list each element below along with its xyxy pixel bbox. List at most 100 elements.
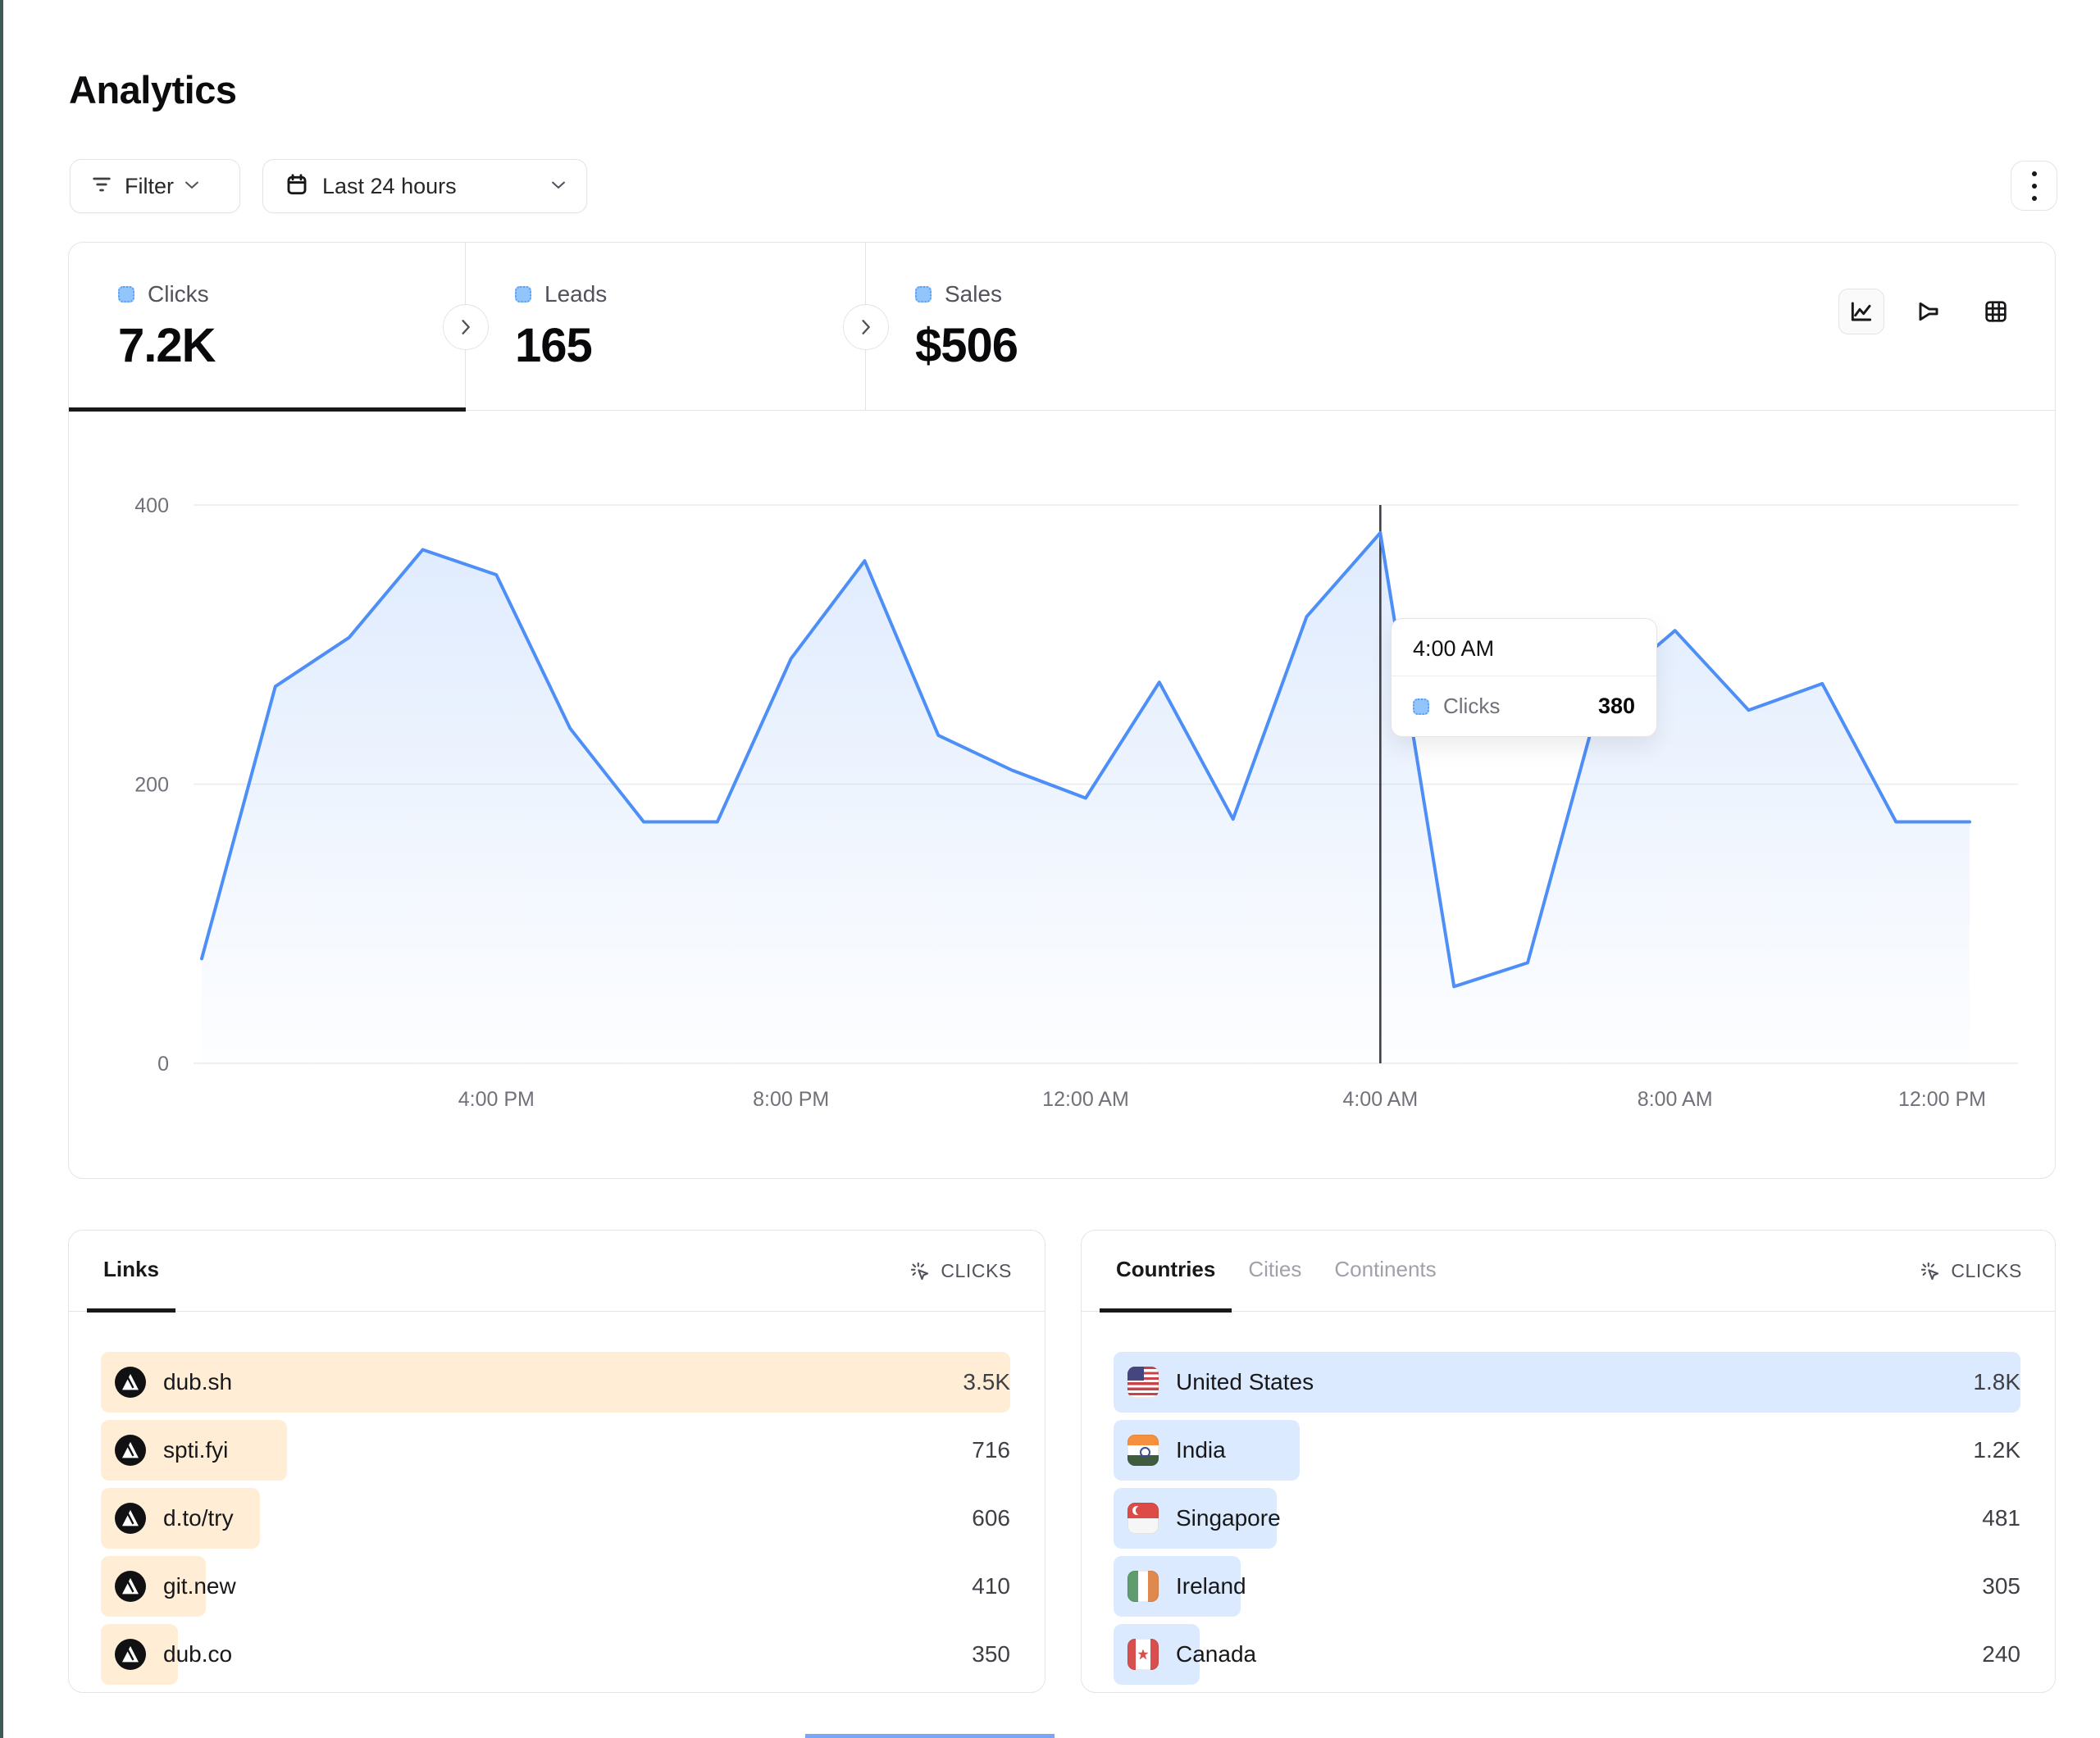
row-label: United States bbox=[1176, 1369, 1314, 1395]
links-list: dub.sh 3.5K spti.fyi 716 d.to/try606 git.new 4… bbox=[69, 1312, 1045, 1685]
row-value: 481 bbox=[1982, 1505, 2020, 1531]
clicks-chart[interactable]: 02004004:00 PM8:00 PM12:00 AM4:00 AM8:00… bbox=[69, 411, 2054, 1176]
countries-list: United States1.8K India1.2K Singapore 481 Ir… bbox=[1082, 1312, 2055, 1685]
list-item[interactable]: Canada 240 bbox=[1114, 1624, 2020, 1685]
chevron-right-icon bbox=[862, 320, 871, 334]
sg-flag-icon bbox=[1127, 1503, 1159, 1534]
us-flag-icon bbox=[1127, 1367, 1159, 1398]
dub-logo-icon bbox=[115, 1367, 146, 1398]
list-item[interactable]: United States1.8K bbox=[1114, 1352, 2020, 1413]
dub-logo-icon bbox=[115, 1571, 146, 1602]
y-tick-label: 200 bbox=[134, 774, 169, 797]
row-value: 305 bbox=[1982, 1573, 2020, 1599]
window-bottom-edge bbox=[805, 1734, 1055, 1738]
tab-label: Countries bbox=[1116, 1257, 1215, 1282]
funnel-icon bbox=[1916, 298, 1942, 325]
list-item[interactable]: git.new 410 bbox=[101, 1556, 1010, 1617]
list-item[interactable]: dub.co 350 bbox=[101, 1624, 1010, 1685]
list-item[interactable]: d.to/try606 bbox=[101, 1488, 1010, 1549]
line-chart-view-button[interactable] bbox=[1838, 289, 1884, 334]
row-value: 3.5K bbox=[963, 1369, 1010, 1395]
ca-flag-icon bbox=[1127, 1639, 1159, 1670]
tab-label: Cities bbox=[1248, 1257, 1301, 1282]
tooltip-series-label: Clicks bbox=[1443, 694, 1500, 719]
stat-value: 7.2K bbox=[118, 318, 465, 373]
countries-panel: Countries Cities Continents CLICKS Unite… bbox=[1081, 1230, 2056, 1693]
chevron-down-icon bbox=[552, 179, 565, 193]
tooltip-time: 4:00 AM bbox=[1392, 619, 1656, 676]
expand-clicks-button[interactable] bbox=[443, 304, 489, 350]
row-label: Ireland bbox=[1176, 1573, 1246, 1599]
expand-leads-button[interactable] bbox=[843, 304, 889, 350]
stat-value: 165 bbox=[515, 318, 865, 373]
dub-logo-icon bbox=[115, 1435, 146, 1466]
date-range-button[interactable]: Last 24 hours bbox=[262, 159, 587, 213]
x-tick-label: 4:00 PM bbox=[458, 1088, 535, 1111]
list-item[interactable]: spti.fyi 716 bbox=[101, 1420, 1010, 1481]
chart-tooltip: 4:00 AM Clicks 380 bbox=[1391, 618, 1657, 737]
row-label: git.new bbox=[163, 1573, 236, 1599]
x-tick-label: 4:00 AM bbox=[1342, 1088, 1418, 1111]
chart-view-switcher bbox=[1838, 289, 2019, 334]
countries-panel-header: Countries Cities Continents CLICKS bbox=[1082, 1231, 2055, 1312]
x-tick-label: 12:00 AM bbox=[1042, 1088, 1129, 1111]
tab-continents[interactable]: Continents bbox=[1318, 1231, 1452, 1313]
filter-icon bbox=[90, 173, 113, 200]
row-label: Canada bbox=[1176, 1641, 1256, 1667]
row-label: dub.co bbox=[163, 1641, 232, 1667]
leads-legend-square bbox=[515, 286, 531, 303]
tab-label: Links bbox=[103, 1257, 159, 1282]
list-item[interactable]: Singapore 481 bbox=[1114, 1488, 2020, 1549]
row-label: d.to/try bbox=[163, 1505, 234, 1531]
more-options-button[interactable] bbox=[2011, 161, 2057, 211]
links-panel-header: Links CLICKS bbox=[69, 1231, 1045, 1312]
list-item[interactable]: Ireland 305 bbox=[1114, 1556, 2020, 1617]
table-view-button[interactable] bbox=[1973, 289, 2019, 334]
funnel-view-button[interactable] bbox=[1906, 289, 1952, 334]
links-metric-selector[interactable]: CLICKS bbox=[909, 1231, 1012, 1311]
kebab-dot bbox=[2032, 196, 2037, 201]
tab-clicks[interactable]: Clicks 7.2K bbox=[69, 243, 466, 410]
dub-logo-icon bbox=[115, 1639, 146, 1670]
countries-metric-selector[interactable]: CLICKS bbox=[1919, 1231, 2022, 1311]
tooltip-value: 380 bbox=[1598, 694, 1635, 719]
row-value: 350 bbox=[972, 1641, 1010, 1667]
links-panel: Links CLICKS dub.sh 3.5K spti.fyi 716 d.to/t… bbox=[68, 1230, 1045, 1693]
window-left-edge bbox=[0, 0, 3, 1738]
tab-leads[interactable]: Leads 165 bbox=[466, 243, 866, 410]
x-tick-label: 8:00 AM bbox=[1638, 1088, 1713, 1111]
active-tab-underline bbox=[69, 407, 466, 412]
date-range-label: Last 24 hours bbox=[322, 174, 457, 199]
tab-cities[interactable]: Cities bbox=[1232, 1231, 1318, 1313]
row-value: 410 bbox=[972, 1573, 1010, 1599]
row-label: Singapore bbox=[1176, 1505, 1281, 1531]
list-item[interactable]: India1.2K bbox=[1114, 1420, 2020, 1481]
x-tick-label: 8:00 PM bbox=[753, 1088, 829, 1111]
row-label: spti.fyi bbox=[163, 1437, 228, 1463]
cursor-click-icon bbox=[909, 1260, 931, 1282]
list-item[interactable]: dub.sh 3.5K bbox=[101, 1352, 1010, 1413]
filter-button[interactable]: Filter bbox=[70, 159, 240, 213]
stats-tabs-row: Clicks 7.2K Leads 165 Sales $506 bbox=[69, 243, 2055, 411]
clicks-chart-region: 02004004:00 PM8:00 PM12:00 AM4:00 AM8:00… bbox=[69, 411, 2055, 1176]
row-label: dub.sh bbox=[163, 1369, 232, 1395]
row-value: 716 bbox=[972, 1437, 1010, 1463]
clicks-legend-square bbox=[118, 286, 134, 303]
row-value: 1.2K bbox=[1973, 1437, 2020, 1463]
kebab-dot bbox=[2032, 171, 2037, 176]
chevron-down-icon bbox=[185, 179, 198, 193]
calendar-icon bbox=[285, 172, 309, 201]
tab-links[interactable]: Links bbox=[87, 1231, 175, 1313]
analytics-card: Clicks 7.2K Leads 165 Sales $506 bbox=[68, 242, 2056, 1179]
line-chart-icon bbox=[1848, 298, 1875, 325]
row-value: 240 bbox=[1982, 1641, 2020, 1667]
metric-label: CLICKS bbox=[1951, 1260, 2022, 1282]
page-title: Analytics bbox=[69, 67, 236, 112]
tab-countries[interactable]: Countries bbox=[1100, 1231, 1232, 1313]
y-tick-label: 400 bbox=[134, 494, 169, 517]
stat-label: Sales bbox=[945, 281, 1002, 307]
kebab-dot bbox=[2032, 184, 2037, 189]
metric-label: CLICKS bbox=[941, 1260, 1012, 1282]
filter-button-label: Filter bbox=[125, 174, 174, 199]
clicks-legend-square bbox=[1413, 698, 1429, 715]
